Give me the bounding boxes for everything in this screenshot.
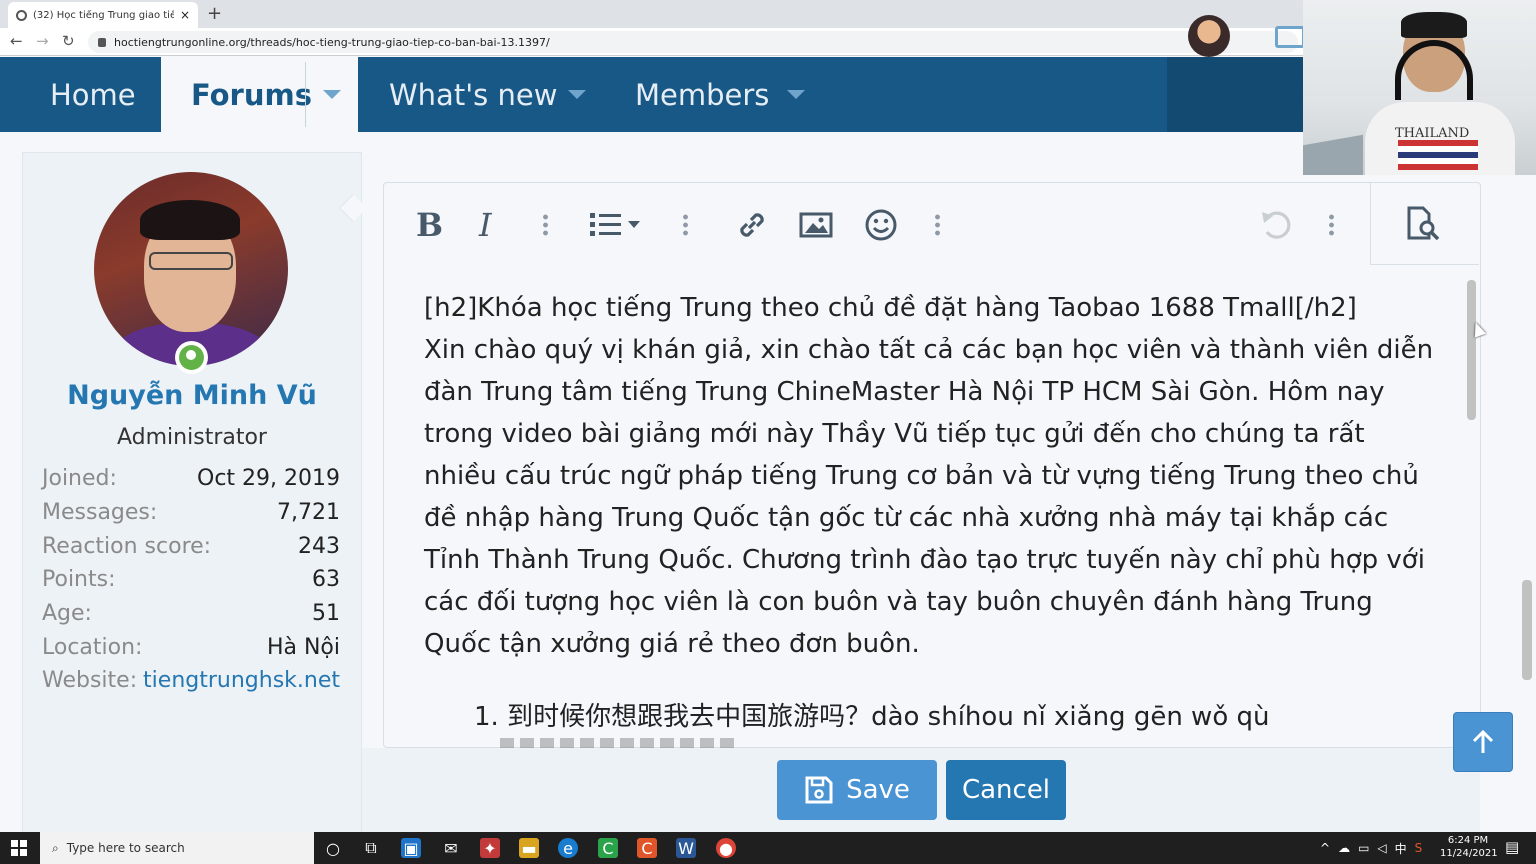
stat-points: Points: 63 — [42, 567, 340, 593]
search-placeholder: Type here to search — [66, 841, 185, 855]
user-role: Administrator — [117, 425, 267, 450]
cortana-icon[interactable]: ○ — [323, 838, 343, 858]
language-indicator[interactable]: 中 — [1395, 840, 1407, 857]
account-area — [1167, 57, 1307, 132]
network-icon[interactable]: ▭ — [1358, 841, 1369, 855]
edge-icon[interactable]: e — [558, 838, 578, 858]
editor-toolbar: B I — [383, 183, 1480, 267]
tray-chevron-icon[interactable]: ^ — [1320, 841, 1330, 855]
presenter-hair — [1401, 12, 1467, 38]
url-text: hoctiengtrungonline.org/threads/hoc-tien… — [114, 35, 550, 49]
app-icon[interactable]: ✦ — [480, 838, 500, 858]
tab-close-icon[interactable]: × — [180, 8, 190, 22]
back-arrow-icon[interactable]: ← — [10, 32, 23, 50]
editor-paragraph: [h2]Khóa học tiếng Trung theo chủ đề đặt… — [424, 293, 1434, 659]
chrome-icon[interactable]: ● — [716, 838, 736, 858]
website-link[interactable]: tiengtrunghsk.net — [143, 668, 340, 693]
shirt-flag — [1398, 140, 1478, 170]
store-icon[interactable]: ▣ — [401, 838, 421, 858]
windows-start-icon[interactable] — [11, 840, 27, 856]
inbox-mail-icon[interactable] — [1275, 26, 1305, 48]
emoji-smile-icon[interactable] — [864, 183, 898, 267]
browser-tab[interactable]: (32) Học tiếng Trung giao tiếp cơ × — [8, 2, 198, 28]
account-avatar[interactable] — [1188, 15, 1230, 57]
online-status-icon — [175, 341, 208, 374]
save-button[interactable]: Save — [777, 760, 937, 820]
page-scrollbar[interactable] — [1522, 580, 1532, 680]
webcam-overlay: THAILAND — [1303, 0, 1536, 175]
members-chevron-icon[interactable] — [776, 57, 816, 132]
task-view-icon[interactable]: ⧉ — [361, 838, 381, 858]
volume-icon[interactable]: ◁ — [1377, 841, 1386, 855]
tab-title: (32) Học tiếng Trung giao tiếp cơ — [33, 9, 174, 21]
list-dropdown-icon[interactable] — [588, 183, 646, 267]
stat-age: Age: 51 — [42, 601, 340, 627]
search-icon: ⌕ — [52, 840, 59, 855]
stat-messages: Messages: 7,721 — [42, 500, 340, 526]
shirt-text: THAILAND — [1395, 126, 1470, 141]
cloud-icon[interactable]: ☁ — [1338, 841, 1350, 855]
scroll-to-top-button[interactable] — [1453, 712, 1513, 772]
lock-icon — [98, 37, 106, 47]
stat-location: Location: Hà Nội — [42, 634, 340, 660]
bold-button[interactable]: B — [416, 183, 443, 267]
more-text-options-icon[interactable] — [543, 183, 548, 267]
editor-content[interactable]: [h2]Khóa học tiếng Trung theo chủ đề đặt… — [424, 287, 1434, 665]
clock-time: 6:24 PM — [1447, 835, 1489, 846]
undo-icon[interactable] — [1259, 183, 1295, 267]
word-icon[interactable]: W — [676, 838, 696, 858]
editor-scroll-thumb[interactable] — [1467, 280, 1476, 420]
list-item-continuation — [500, 738, 800, 748]
nav-forums-label: Forums — [191, 77, 312, 112]
whats-new-chevron-icon[interactable] — [557, 57, 597, 132]
more-insert-options-icon[interactable] — [935, 183, 940, 267]
preview-button[interactable] — [1370, 183, 1479, 265]
more-history-options-icon[interactable] — [1329, 183, 1334, 267]
mail-icon[interactable]: ✉ — [441, 838, 461, 858]
reload-icon[interactable]: ↻ — [62, 32, 75, 50]
new-tab-button[interactable]: + — [207, 3, 222, 24]
arrow-up-icon — [1472, 729, 1494, 753]
taskbar-clock[interactable]: 6:24 PM 11/24/2021 — [1440, 834, 1498, 860]
notification-icon[interactable]: ▤ — [1505, 838, 1519, 856]
more-paragraph-options-icon[interactable] — [683, 183, 688, 267]
url-field[interactable]: hoctiengtrungonline.org/threads/hoc-tien… — [88, 31, 1298, 53]
nav-whats-new[interactable]: What's new — [389, 57, 557, 132]
stat-reaction-score: Reaction score: 243 — [42, 533, 340, 559]
desk — [1303, 134, 1363, 175]
nav-home[interactable]: Home — [50, 57, 136, 132]
stat-joined: Joined: Oct 29, 2019 — [42, 466, 340, 492]
user-stats: Joined: Oct 29, 2019 Messages: 7,721 React… — [42, 462, 340, 698]
user-name[interactable]: Nguyễn Minh Vũ — [22, 380, 362, 411]
save-disk-icon — [805, 776, 833, 804]
save-label: Save — [846, 775, 910, 805]
list-item: 1. 到时候你想跟我去中国旅游吗？dào shíhou nǐ xiǎng gēn… — [474, 702, 1270, 732]
nav-members[interactable]: Members — [635, 57, 769, 132]
camtasia-icon[interactable]: C — [598, 838, 618, 858]
image-icon[interactable] — [799, 183, 833, 267]
nav-divider — [305, 62, 306, 127]
italic-button[interactable]: I — [479, 183, 492, 267]
forward-arrow-icon[interactable]: → — [36, 32, 49, 50]
favicon-icon — [16, 9, 27, 21]
user-avatar[interactable] — [94, 172, 288, 366]
file-explorer-icon[interactable]: ▬ — [519, 838, 539, 858]
stat-website: Website: tiengtrunghsk.net — [42, 668, 340, 694]
forums-dropdown-chevron-icon[interactable] — [312, 57, 352, 132]
preview-search-icon — [1407, 206, 1440, 240]
taskbar-search[interactable]: ⌕ Type here to search — [40, 832, 314, 864]
link-icon[interactable] — [735, 183, 769, 267]
clock-date: 11/24/2021 — [1440, 848, 1498, 859]
antivirus-icon[interactable]: S — [1415, 841, 1423, 855]
system-tray: ^ ☁ ▭ ◁ 中 S — [1320, 832, 1422, 864]
cancel-button[interactable]: Cancel — [946, 760, 1066, 820]
recorder-icon[interactable]: C — [637, 838, 657, 858]
